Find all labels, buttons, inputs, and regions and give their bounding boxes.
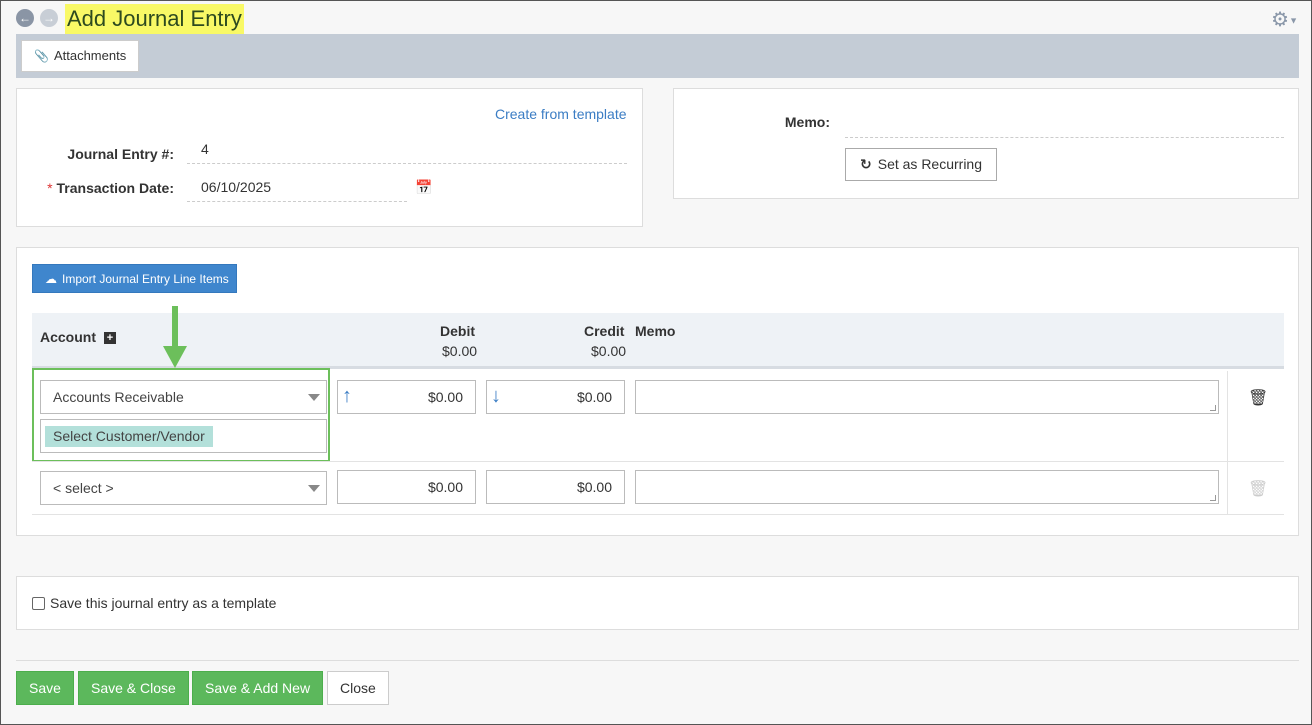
dropdown-triangle-icon: [308, 485, 320, 492]
forward-icon[interactable]: →: [40, 9, 58, 27]
account-column-header: Account +: [40, 329, 116, 345]
trash-icon-row-1[interactable]: 🗑: [1248, 388, 1268, 408]
debit-total: $0.00: [442, 343, 478, 359]
memo-textarea-row-1[interactable]: [635, 380, 1219, 414]
customer-vendor-placeholder: Select Customer/Vendor: [45, 426, 213, 447]
dropdown-triangle-icon: [308, 394, 320, 401]
attachments-label: Attachments: [53, 48, 127, 63]
paperclip-icon: 📎: [34, 49, 49, 63]
save-button[interactable]: Save: [16, 671, 74, 705]
arrow-up-icon: ↑: [342, 385, 352, 407]
transaction-date-label-text: Transaction Date:: [56, 180, 174, 196]
caret-down-icon: ▼: [1289, 15, 1298, 26]
save-and-add-new-button[interactable]: Save & Add New: [192, 671, 324, 705]
refresh-icon: ↻: [860, 156, 872, 172]
arrow-down-icon: ↓: [491, 385, 501, 407]
required-marker: *: [47, 180, 53, 196]
memo-label: Memo:: [784, 114, 830, 130]
journal-entry-number-field[interactable]: 4: [187, 136, 627, 164]
line-items-header: Account + Debit $0.00 Credit $0.00 Memo: [32, 313, 1284, 369]
resize-grip-icon: [1210, 495, 1216, 501]
import-line-items-button[interactable]: ☁ Import Journal Entry Line Items: [32, 264, 237, 293]
cloud-upload-icon: ☁: [45, 272, 57, 286]
transaction-date-field[interactable]: 06/10/2025: [187, 174, 407, 202]
debit-input-row-2[interactable]: $0.00: [337, 470, 476, 504]
memo-textarea-row-2[interactable]: [635, 470, 1219, 504]
page-title: Add Journal Entry: [65, 4, 244, 34]
memo-column-header: Memo: [635, 323, 676, 339]
account-header-label: Account: [40, 329, 96, 345]
settings-gear-icon[interactable]: ⚙▼: [1271, 7, 1298, 32]
account-select-row-2[interactable]: < select >: [40, 471, 327, 505]
back-icon[interactable]: ←: [16, 9, 34, 27]
set-as-recurring-button[interactable]: ↻ Set as Recurring: [845, 148, 998, 181]
resize-grip-icon: [1210, 405, 1216, 411]
debit-value-row-1: $0.00: [427, 389, 463, 405]
calendar-icon[interactable]: 📅: [415, 179, 432, 196]
account-select-row-2-value: < select >: [53, 480, 114, 496]
column-divider: [1227, 371, 1228, 514]
journal-entry-number-label: Journal Entry #:: [67, 146, 174, 162]
save-and-close-button[interactable]: Save & Close: [78, 671, 189, 705]
debit-input-row-1[interactable]: ↑ $0.00: [337, 380, 476, 414]
create-from-template-link[interactable]: Create from template: [495, 106, 627, 122]
credit-input-row-1[interactable]: ↓ $0.00: [486, 380, 625, 414]
memo-field[interactable]: [845, 110, 1284, 138]
debit-column-header: Debit: [440, 323, 475, 339]
add-account-plus-icon[interactable]: +: [104, 332, 116, 345]
import-line-items-label: Import Journal Entry Line Items: [62, 272, 229, 286]
save-as-template-label: Save this journal entry as a template: [50, 595, 277, 611]
annotation-arrow-down-icon: [163, 306, 187, 368]
set-as-recurring-label: Set as Recurring: [877, 156, 983, 172]
toolbar: 📎 Attachments: [16, 34, 1299, 78]
row-divider: [32, 461, 1284, 462]
footer-divider: [16, 660, 1299, 661]
credit-column-header: Credit: [584, 323, 625, 339]
save-as-template-option: Save this journal entry as a template: [32, 595, 276, 611]
customer-vendor-select[interactable]: Select Customer/Vendor: [40, 419, 327, 453]
save-as-template-checkbox[interactable]: [32, 597, 45, 610]
credit-input-row-2[interactable]: $0.00: [486, 470, 625, 504]
row-divider: [32, 514, 1284, 515]
close-button[interactable]: Close: [327, 671, 389, 705]
account-select-row-1[interactable]: Accounts Receivable: [40, 380, 327, 414]
credit-value-row-2: $0.00: [576, 479, 612, 495]
account-select-row-1-value: Accounts Receivable: [53, 389, 184, 405]
attachments-button[interactable]: 📎 Attachments: [21, 40, 140, 72]
transaction-date-label: * Transaction Date:: [30, 180, 174, 196]
memo-panel: [673, 88, 1299, 199]
credit-value-row-1: $0.00: [576, 389, 612, 405]
credit-total: $0.00: [591, 343, 627, 359]
trash-icon-row-2[interactable]: 🗑: [1248, 479, 1268, 499]
debit-value-row-2: $0.00: [427, 479, 463, 495]
